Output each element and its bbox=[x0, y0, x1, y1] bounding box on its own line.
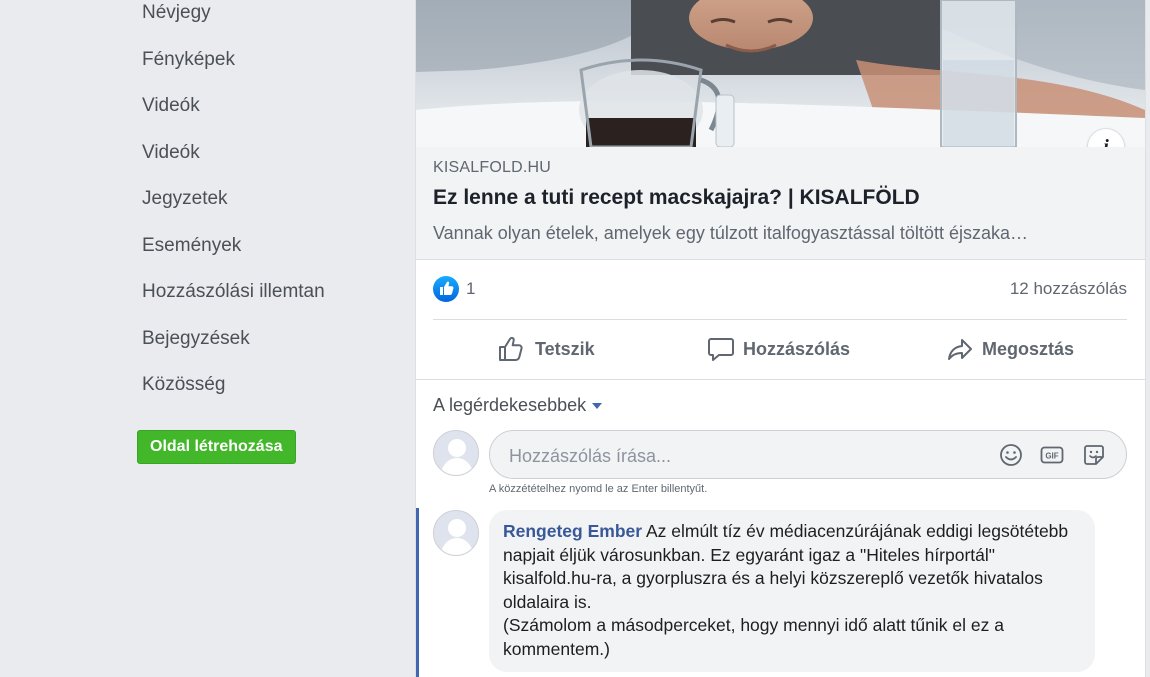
default-avatar-icon bbox=[434, 511, 478, 555]
nav-item-videok-2[interactable]: Videók bbox=[142, 140, 325, 187]
share-arrow-icon bbox=[948, 339, 972, 360]
nav-item-nevjegy[interactable]: Névjegy bbox=[142, 0, 325, 47]
link-preview-meta[interactable]: KISALFOLD.HU Ez lenne a tuti recept macs… bbox=[416, 147, 1145, 260]
nav-item-esemenyek[interactable]: Események bbox=[142, 233, 325, 280]
sticker-icon[interactable] bbox=[1081, 442, 1107, 468]
link-preview-image[interactable] bbox=[416, 0, 1145, 147]
enter-hint: A közzétételhez nyomd le az Enter billen… bbox=[489, 483, 708, 495]
svg-text:GIF: GIF bbox=[1045, 452, 1058, 461]
nav-item-jegyzetek[interactable]: Jegyzetek bbox=[142, 186, 325, 233]
comment-author-link[interactable]: Rengeteg Ember bbox=[503, 521, 642, 541]
comment-input[interactable] bbox=[507, 441, 981, 471]
comment-item: Rengeteg Ember Az elmúlt tíz év médiacen… bbox=[416, 508, 1145, 677]
link-preview-photo bbox=[416, 0, 1145, 147]
link-title[interactable]: Ez lenne a tuti recept macskajajra? | KI… bbox=[433, 186, 920, 210]
nav-item-kozosseg[interactable]: Közösség bbox=[142, 372, 325, 419]
comment-body: Rengeteg Ember Az elmúlt tíz év médiacen… bbox=[503, 520, 1081, 661]
caret-down-icon bbox=[592, 403, 603, 410]
like-button[interactable]: Tetszik bbox=[497, 320, 595, 378]
like-icon[interactable] bbox=[433, 276, 459, 302]
like-button-label: Tetszik bbox=[535, 338, 595, 359]
share-button[interactable]: Megosztás bbox=[946, 320, 1074, 378]
post-actions: Tetszik Hozzászólás Megosztás bbox=[433, 320, 1127, 378]
post-card: i KISALFOLD.HU Ez lenne a tuti recept ma… bbox=[415, 0, 1146, 677]
comment-button-label: Hozzászólás bbox=[743, 338, 851, 359]
nav-item-videok[interactable]: Videók bbox=[142, 93, 325, 140]
reactions-row: 1 12 hozzászólás bbox=[433, 274, 1127, 304]
create-page-button[interactable]: Oldal létrehozása bbox=[137, 430, 296, 464]
link-description: Vannak olyan ételek, amelyek egy túlzott… bbox=[433, 223, 1028, 243]
avatar[interactable] bbox=[433, 430, 479, 476]
default-avatar-icon bbox=[434, 431, 478, 475]
comments-section: A legérdekesebbek Hozzászólás írása... G… bbox=[416, 379, 1145, 677]
share-button-label: Megosztás bbox=[982, 338, 1075, 359]
page-left-nav: Névjegy Fényképek Videók Videók Jegyzete… bbox=[0, 0, 415, 677]
gif-icon[interactable]: GIF bbox=[1039, 442, 1065, 468]
comment-bubble: Rengeteg Ember Az elmúlt tíz év médiacen… bbox=[489, 510, 1095, 672]
comment-bubble-icon bbox=[708, 338, 734, 361]
thumbs-up-icon bbox=[499, 336, 523, 361]
nav-item-hozzaszolasi-illemtan[interactable]: Hozzászólási illemtan bbox=[142, 279, 325, 326]
like-thumb-glyph bbox=[440, 281, 454, 295]
comment-composer: GIF bbox=[489, 430, 1127, 479]
comment-text: Az elmúlt tíz év médiacenzúrájának eddig… bbox=[503, 521, 1069, 659]
page: Névjegy Fényképek Videók Videók Jegyzete… bbox=[0, 0, 1150, 677]
emoji-icon[interactable] bbox=[998, 442, 1024, 468]
link-domain: KISALFOLD.HU bbox=[433, 159, 551, 176]
comment-avatar[interactable] bbox=[433, 510, 479, 556]
comment-sort-label: A legérdekesebbek bbox=[433, 395, 587, 415]
highlight-marker bbox=[416, 508, 419, 677]
reaction-count[interactable]: 1 bbox=[466, 279, 475, 299]
nav-list: Névjegy Fényképek Videók Videók Jegyzete… bbox=[142, 0, 325, 419]
comment-count-link[interactable]: 12 hozzászólás bbox=[1010, 279, 1127, 299]
comment-sort-dropdown[interactable]: A legérdekesebbek bbox=[433, 395, 603, 416]
nav-item-bejegyzesek[interactable]: Bejegyzések bbox=[142, 326, 325, 373]
nav-item-fenykepek[interactable]: Fényképek bbox=[142, 47, 325, 94]
comment-button[interactable]: Hozzászólás bbox=[707, 320, 850, 378]
